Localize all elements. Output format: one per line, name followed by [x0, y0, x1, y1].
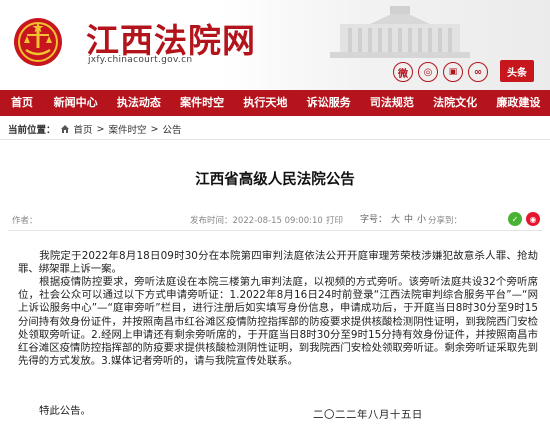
- site-url: jxfy.chinacourt.gov.cn: [88, 55, 193, 65]
- weibo-icon[interactable]: 微: [393, 62, 413, 82]
- home-icon: [60, 125, 69, 133]
- breadcrumb-current-label: 当前位置：: [8, 125, 56, 136]
- font-size-label: 字号：: [360, 215, 388, 225]
- nav-item-judicial-norms[interactable]: 司法规范: [360, 90, 423, 116]
- article-closing: 特此公告。: [39, 405, 91, 417]
- nav-item-execution[interactable]: 执行天地: [234, 90, 297, 116]
- nav-item-court-culture[interactable]: 法院文化: [424, 90, 487, 116]
- wechat-share-icon[interactable]: ✓: [508, 212, 522, 226]
- nav-item-litigation-service[interactable]: 诉讼服务: [297, 90, 360, 116]
- article-meta: 作者： 发布时间：2022-08-15 09:00:10 打印 字号：大中小 分…: [8, 212, 542, 228]
- site-header: 江西法院网 jxfy.chinacourt.gov.cn 微 ◎ ▣ ∞ 头条: [0, 0, 550, 90]
- nav-item-news[interactable]: 新闻中心: [44, 90, 107, 116]
- mini-program-icon[interactable]: ∞: [468, 62, 488, 82]
- court-emblem-icon: [14, 18, 62, 66]
- breadcrumb-home-link[interactable]: 首页: [74, 122, 93, 136]
- breadcrumb-leaf-link[interactable]: 公告: [162, 122, 181, 136]
- font-size-control: 字号：大中小: [356, 212, 426, 225]
- article-title: 江西省高级人民法院公告: [195, 172, 355, 188]
- breadcrumb-divider: [0, 139, 550, 140]
- nav-item-home[interactable]: 首页: [0, 90, 44, 116]
- article-paragraph: 根据疫情防控要求，旁听法庭设在本院三楼第九审判法庭，以视频的方式旁听。该旁听法庭…: [18, 276, 538, 368]
- breadcrumb-separator: >: [96, 123, 105, 135]
- font-size-small[interactable]: 小: [417, 215, 426, 225]
- article-source-label: 作者：: [12, 216, 38, 226]
- article-publish-time: 发布时间：2022-08-15 09:00:10: [190, 216, 323, 226]
- meta-divider: [8, 230, 542, 231]
- main-nav: 首页 新闻中心 执法动态 案件时空 执行天地 诉讼服务 司法规范 法院文化 廉政…: [0, 90, 550, 116]
- app-icon[interactable]: ▣: [443, 62, 463, 82]
- nav-item-cases[interactable]: 案件时空: [171, 90, 234, 116]
- court-building-illustration: [330, 6, 470, 58]
- signature-date: 二〇二二年八月十五日: [313, 409, 423, 421]
- weibo-share-icon[interactable]: ◉: [526, 212, 540, 226]
- wechat-icon[interactable]: ◎: [418, 62, 438, 82]
- breadcrumb-separator: >: [150, 123, 159, 135]
- font-size-medium[interactable]: 中: [404, 215, 413, 225]
- article-paragraph: 我院定于2022年8月18日09时30分在本院第四审判法庭依法公开开庭审理芳荣枝…: [18, 250, 538, 276]
- nav-item-law-enforcement[interactable]: 执法动态: [107, 90, 170, 116]
- print-link[interactable]: 打印: [326, 214, 343, 226]
- share-label: 分享到：: [428, 216, 463, 226]
- breadcrumb: 当前位置： 首页 > 案件时空 > 公告: [8, 122, 182, 137]
- font-size-large[interactable]: 大: [391, 215, 400, 225]
- nav-item-integrity[interactable]: 廉政建设: [487, 90, 550, 116]
- toutiao-button[interactable]: 头条: [500, 60, 534, 82]
- breadcrumb-section-link[interactable]: 案件时空: [109, 122, 147, 136]
